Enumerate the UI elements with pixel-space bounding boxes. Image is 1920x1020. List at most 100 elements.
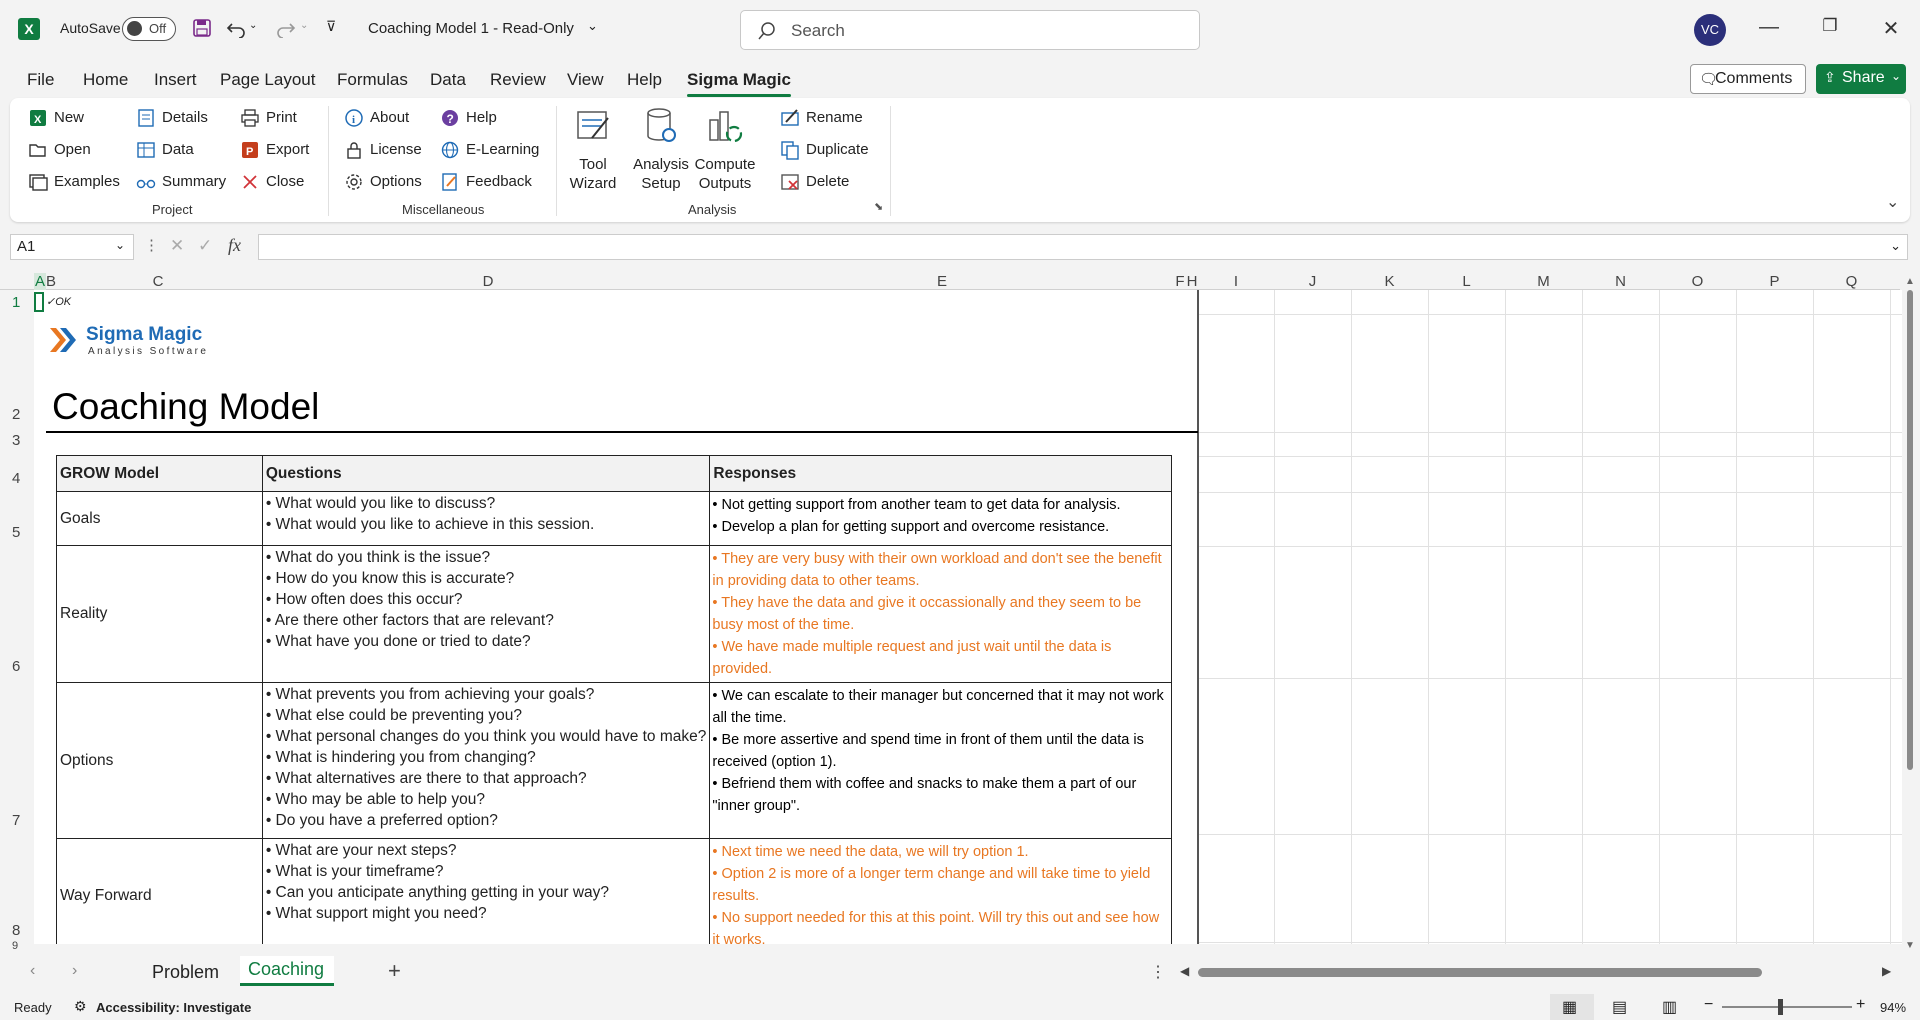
undo-dropdown-icon[interactable]: ⌄	[249, 20, 257, 31]
row-header-5[interactable]: 5	[0, 524, 34, 541]
tab-home[interactable]: Home	[83, 70, 128, 90]
tab-insert[interactable]: Insert	[154, 70, 197, 90]
delete-button[interactable]: Delete	[780, 170, 849, 194]
feedback-button[interactable]: Feedback	[440, 170, 532, 194]
compute-outputs-button[interactable]: Compute Outputs	[694, 106, 756, 193]
column-header-n[interactable]: N	[1582, 273, 1659, 290]
column-header-p[interactable]: P	[1736, 273, 1813, 290]
document-title[interactable]: Coaching Model 1 - Read-Only	[368, 20, 574, 37]
export-button[interactable]: P Export	[240, 138, 309, 162]
rename-button[interactable]: Rename	[780, 106, 863, 130]
row-header-9[interactable]: 9	[0, 940, 34, 952]
row-header-3[interactable]: 3	[0, 432, 34, 449]
fx-icon[interactable]: fx	[228, 235, 241, 256]
redo-icon[interactable]	[276, 18, 296, 38]
tab-data[interactable]: Data	[430, 70, 466, 90]
column-header-h[interactable]: H	[1186, 273, 1198, 290]
details-button[interactable]: Details	[136, 106, 208, 130]
tab-formulas[interactable]: Formulas	[337, 70, 408, 90]
vertical-scroll-thumb[interactable]	[1907, 290, 1913, 770]
redo-dropdown-icon[interactable]: ⌄	[300, 20, 308, 31]
open-button[interactable]: Open	[28, 138, 91, 162]
column-header-b[interactable]: B	[46, 273, 56, 290]
column-header-j[interactable]: J	[1274, 273, 1351, 290]
zoom-in-icon[interactable]: +	[1856, 996, 1865, 1014]
analysis-setup-button[interactable]: Analysis Setup	[630, 106, 692, 193]
tab-file[interactable]: File	[27, 70, 54, 90]
column-header-i[interactable]: I	[1198, 273, 1274, 290]
row-header-7[interactable]: 7	[0, 812, 34, 829]
column-header-q[interactable]: Q	[1813, 273, 1890, 290]
grow-model-cell[interactable]: Reality	[56, 545, 263, 683]
questions-cell[interactable]: • What prevents you from achieving your …	[261, 682, 711, 839]
more-options-icon[interactable]: ⋮	[144, 236, 159, 254]
tab-page-layout[interactable]: Page Layout	[220, 70, 315, 90]
cancel-entry-icon[interactable]: ✕	[170, 236, 184, 256]
save-icon[interactable]	[192, 18, 212, 38]
scroll-up-icon[interactable]: ▲	[1905, 276, 1915, 287]
duplicate-button[interactable]: Duplicate	[780, 138, 869, 162]
help-button[interactable]: ? Help	[440, 106, 497, 130]
share-button[interactable]: ⇪ Share ⌄	[1816, 64, 1906, 94]
header-questions[interactable]: Questions	[261, 455, 711, 492]
grow-model-cell[interactable]: Goals	[56, 491, 263, 546]
row-header-6[interactable]: 6	[0, 658, 34, 675]
scroll-left-icon[interactable]: ◀	[1180, 964, 1189, 978]
excel-icon[interactable]: X	[18, 18, 40, 40]
user-avatar[interactable]: VC	[1694, 14, 1726, 46]
questions-cell[interactable]: • What do you think is the issue? • How d…	[261, 545, 711, 683]
row-header-2[interactable]: 2	[0, 406, 34, 423]
column-header-d[interactable]: D	[264, 273, 712, 290]
name-box[interactable]: A1 ⌄	[10, 234, 134, 260]
column-header-l[interactable]: L	[1428, 273, 1505, 290]
close-window-icon[interactable]: ✕	[1876, 16, 1906, 41]
scroll-right-icon[interactable]: ▶	[1882, 964, 1891, 978]
normal-view-icon[interactable]: ▦	[1562, 997, 1577, 1017]
expand-formula-icon[interactable]: ⌄	[1890, 238, 1901, 254]
undo-icon[interactable]	[226, 18, 246, 38]
responses-cell[interactable]: • They are very busy with their own work…	[709, 545, 1172, 683]
tab-sigma-magic[interactable]: Sigma Magic	[687, 70, 791, 97]
row-header-8[interactable]: 8	[0, 922, 34, 939]
column-header-o[interactable]: O	[1659, 273, 1736, 290]
confirm-entry-icon[interactable]: ✓	[198, 236, 212, 256]
dialog-launcher-icon[interactable]: ⬊	[874, 200, 883, 213]
page-break-view-icon[interactable]: ▥	[1662, 997, 1677, 1017]
sheet-tab-problem[interactable]: Problem	[152, 962, 219, 983]
close-button[interactable]: Close	[240, 170, 304, 194]
horizontal-scroll-thumb[interactable]	[1198, 968, 1762, 977]
scroll-down-icon[interactable]: ▼	[1905, 940, 1915, 951]
data-button[interactable]: Data	[136, 138, 194, 162]
accessibility-icon[interactable]: ⚙	[74, 998, 87, 1015]
collapse-ribbon-icon[interactable]: ⌄	[1886, 192, 1899, 212]
column-header-c[interactable]: C	[54, 273, 262, 290]
column-header-k[interactable]: K	[1351, 273, 1428, 290]
add-sheet-icon[interactable]: +	[388, 958, 401, 984]
about-button[interactable]: i About	[344, 106, 409, 130]
questions-cell[interactable]: • What would you like to discuss? • What …	[261, 491, 711, 546]
autosave-toggle[interactable]: Off	[122, 17, 176, 41]
prev-sheet-icon[interactable]: ‹	[30, 962, 35, 980]
summary-button[interactable]: Summary	[136, 170, 226, 194]
sheet-tab-coaching[interactable]: Coaching	[248, 959, 324, 980]
zoom-slider-thumb[interactable]	[1778, 999, 1783, 1015]
restore-icon[interactable]: ❐	[1815, 16, 1845, 36]
options-button[interactable]: Options	[344, 170, 422, 194]
examples-button[interactable]: Examples	[28, 170, 120, 194]
zoom-out-icon[interactable]: −	[1704, 996, 1713, 1014]
tab-options-icon[interactable]: ⋮	[1150, 962, 1166, 982]
tab-help[interactable]: Help	[627, 70, 662, 90]
accessibility-status[interactable]: Accessibility: Investigate	[96, 1000, 251, 1015]
comments-button[interactable]: 🗨 Comments	[1690, 64, 1806, 94]
tab-review[interactable]: Review	[490, 70, 546, 90]
zoom-slider-track[interactable]	[1722, 1006, 1852, 1008]
worksheet[interactable]: ✓OK Sigma Magic Analysis Software Coachi…	[34, 290, 1902, 944]
row-header-4[interactable]: 4	[0, 470, 34, 487]
vertical-scrollbar[interactable]: ▲ ▼	[1902, 276, 1918, 952]
tab-view[interactable]: View	[567, 70, 604, 90]
license-button[interactable]: License	[344, 138, 422, 162]
page-layout-view-icon[interactable]: ▤	[1612, 997, 1627, 1017]
header-responses[interactable]: Responses	[709, 455, 1172, 492]
column-header-a[interactable]: A	[34, 273, 46, 290]
elearning-button[interactable]: E-Learning	[440, 138, 539, 162]
